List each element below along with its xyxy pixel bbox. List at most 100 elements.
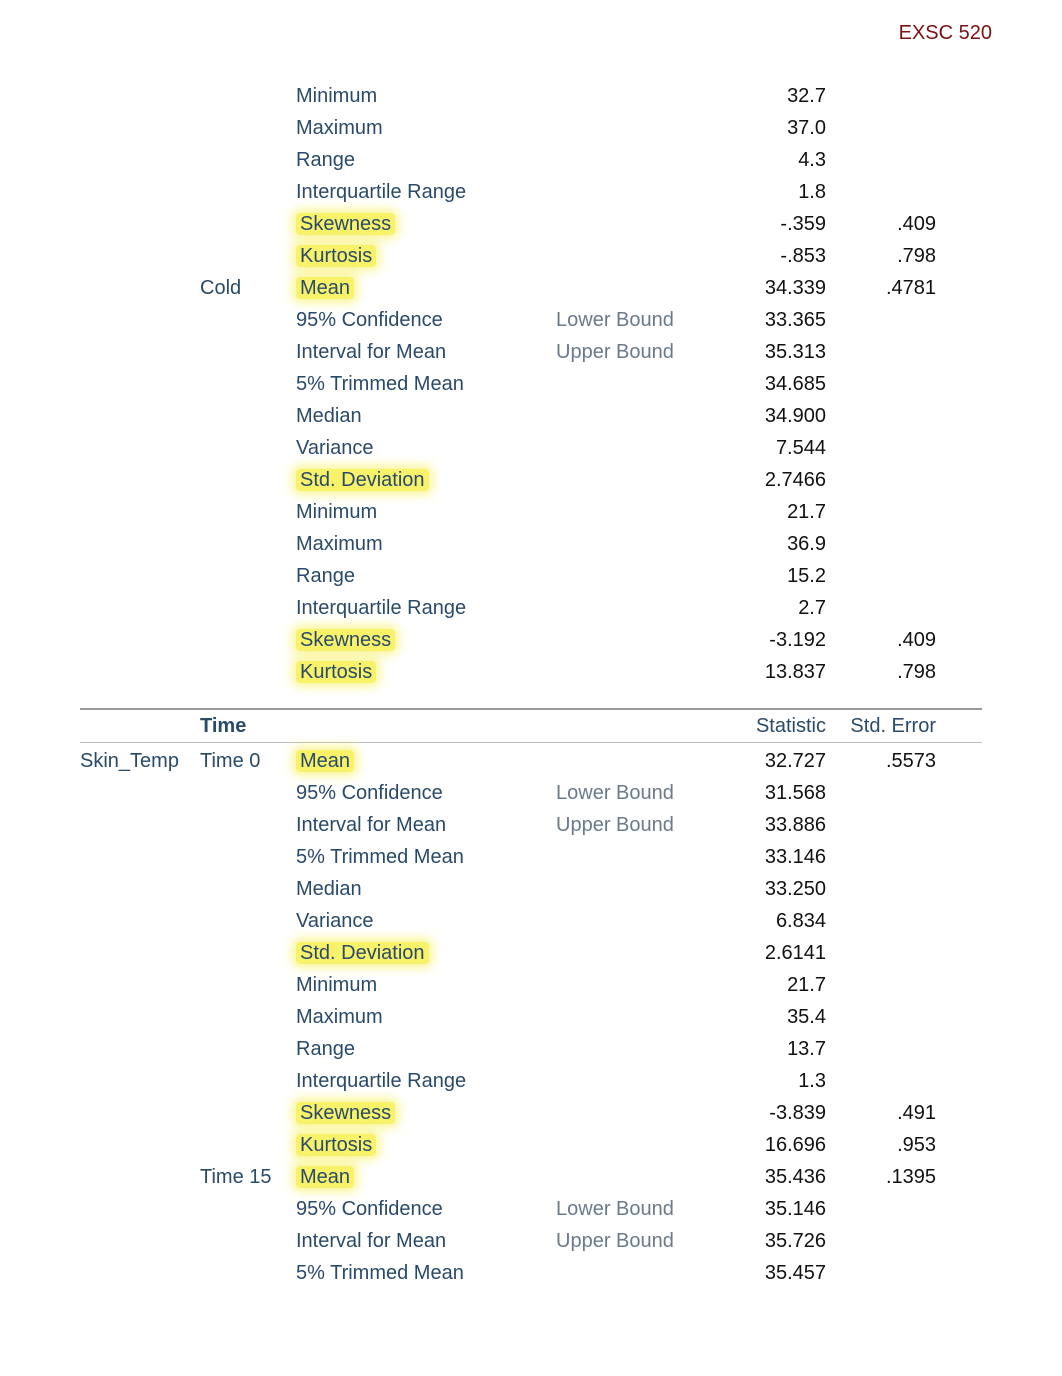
- time-cell: Time 15: [200, 1166, 296, 1189]
- bound-cell: Lower Bound: [556, 1198, 716, 1221]
- bound-cell: Lower Bound: [556, 782, 716, 805]
- stat-label-cell: Median: [296, 878, 556, 901]
- stat-label-cell: Variance: [296, 437, 556, 460]
- table-row: 95% ConfidenceLower Bound31.568: [80, 777, 982, 809]
- statistic-value-cell: 36.9: [716, 533, 826, 556]
- statistic-value-cell: 33.146: [716, 846, 826, 869]
- table-row: ColdMean34.339.4781: [80, 272, 982, 304]
- table-row: Std. Deviation 2.7466: [80, 464, 982, 496]
- stat-label-cell: Interval for Mean: [296, 814, 556, 837]
- stat-label-cell: Kurtosis: [296, 245, 556, 268]
- bound-cell: Upper Bound: [556, 814, 716, 837]
- stat-label-cell: Interval for Mean: [296, 1230, 556, 1253]
- table-row: Interval for MeanUpper Bound35.726: [80, 1225, 982, 1257]
- statistic-value-cell: 1.3: [716, 1070, 826, 1093]
- stat-label-cell: Range: [296, 1038, 556, 1061]
- statistic-value-cell: 16.696: [716, 1134, 826, 1157]
- statistic-value-cell: 34.339: [716, 277, 826, 300]
- statistic-value-cell: 2.7466: [716, 469, 826, 492]
- statistic-value-cell: -.853: [716, 245, 826, 268]
- table-row: Interquartile Range2.7: [80, 592, 982, 624]
- table-row: Variance 7.544: [80, 432, 982, 464]
- statistic-value-cell: 31.568: [716, 782, 826, 805]
- table-row: Skin_TempTime 0Mean32.727.5573: [80, 745, 982, 777]
- table-row: Interquartile Range1.8: [80, 176, 982, 208]
- highlighted-stat: Mean: [296, 277, 354, 299]
- statistic-value-cell: 34.685: [716, 373, 826, 396]
- page-header: EXSC 520: [899, 22, 992, 45]
- highlighted-stat: Mean: [296, 1166, 354, 1188]
- table-row: Kurtosis-.853.798: [80, 240, 982, 272]
- statistic-value-cell: 37.0: [716, 117, 826, 140]
- statistic-value-cell: 6.834: [716, 910, 826, 933]
- statistic-value-cell: 34.900: [716, 405, 826, 428]
- stat-label-cell: Mean: [296, 1166, 556, 1189]
- stat-label-cell: Interquartile Range: [296, 1070, 556, 1093]
- statistic-value-cell: 33.250: [716, 878, 826, 901]
- statistic-value-cell: 1.8: [716, 181, 826, 204]
- table-row: Maximum35.4: [80, 1001, 982, 1033]
- stat-label-cell: Mean: [296, 277, 556, 300]
- highlighted-stat: Kurtosis: [296, 661, 376, 683]
- bound-cell: Upper Bound: [556, 1230, 716, 1253]
- table-row: Skewness -3.192.409: [80, 624, 982, 656]
- table-row: 5% Trimmed Mean 34.685: [80, 368, 982, 400]
- table-row: 5% Trimmed Mean35.457: [80, 1257, 982, 1289]
- bound-cell: Lower Bound: [556, 309, 716, 332]
- table-row: Median 34.900: [80, 400, 982, 432]
- stderror-value-cell: .798: [826, 661, 936, 684]
- stat-label-cell: Kurtosis: [296, 661, 556, 684]
- table-row: Interval for MeanUpper Bound35.313: [80, 336, 982, 368]
- stat-label-cell: Range: [296, 149, 556, 172]
- statistic-value-cell: -3.192: [716, 629, 826, 652]
- highlighted-stat: Skewness: [296, 629, 395, 651]
- table-row: Minimum 21.7: [80, 969, 982, 1001]
- stat-label-cell: Skewness: [296, 1102, 556, 1125]
- table-row: Range 13.7: [80, 1033, 982, 1065]
- stat-label-cell: 5% Trimmed Mean: [296, 373, 556, 396]
- time-cell: Cold: [200, 277, 296, 300]
- table-row: Maximum 36.9: [80, 528, 982, 560]
- stat-label-cell: Maximum: [296, 533, 556, 556]
- statistic-value-cell: 21.7: [716, 501, 826, 524]
- stat-label-cell: Range: [296, 565, 556, 588]
- table-row: Variance 6.834: [80, 905, 982, 937]
- stat-label-cell: Std. Deviation: [296, 469, 556, 492]
- table-row: Time 15Mean35.436.1395: [80, 1161, 982, 1193]
- stat-label-cell: Skewness: [296, 213, 556, 236]
- table-row: Range4.3: [80, 144, 982, 176]
- statistic-value-cell: 7.544: [716, 437, 826, 460]
- stat-label-cell: Maximum: [296, 117, 556, 140]
- statistic-value-cell: 2.7: [716, 597, 826, 620]
- stat-label-cell: Skewness: [296, 629, 556, 652]
- statistic-value-cell: 13.837: [716, 661, 826, 684]
- page-container: EXSC 520 Minimum32.7Maximum37.0Range4.3I…: [0, 0, 1062, 1349]
- statistic-value-cell: 33.365: [716, 309, 826, 332]
- statistic-value-cell: 2.6141: [716, 942, 826, 965]
- table-row: 95% ConfidenceLower Bound35.146: [80, 1193, 982, 1225]
- statistic-value-cell: -3.839: [716, 1102, 826, 1125]
- table-row: Skewness-3.839.491: [80, 1097, 982, 1129]
- statistic-value-cell: 13.7: [716, 1038, 826, 1061]
- table-row: Kurtosis 13.837.798: [80, 656, 982, 688]
- table-row: Interval for MeanUpper Bound33.886: [80, 809, 982, 841]
- table-row: Range15.2: [80, 560, 982, 592]
- statistic-value-cell: 35.457: [716, 1262, 826, 1285]
- header-time-label: Time: [200, 715, 296, 738]
- stat-label-cell: Minimum: [296, 974, 556, 997]
- table-row: 5% Trimmed Mean33.146: [80, 841, 982, 873]
- table-row: Maximum 37.0: [80, 112, 982, 144]
- statistic-value-cell: 21.7: [716, 974, 826, 997]
- stats-table-section1: Minimum32.7Maximum37.0Range4.3Interquart…: [80, 80, 982, 688]
- stat-label-cell: Median: [296, 405, 556, 428]
- table-row: 95% ConfidenceLower Bound33.365: [80, 304, 982, 336]
- stderror-value-cell: .953: [826, 1134, 936, 1157]
- stderror-value-cell: .1395: [826, 1166, 936, 1189]
- statistic-value-cell: -.359: [716, 213, 826, 236]
- highlighted-stat: Std. Deviation: [296, 469, 429, 491]
- highlighted-stat: Skewness: [296, 213, 395, 235]
- highlighted-stat: Kurtosis: [296, 1134, 376, 1156]
- stat-label-cell: Interval for Mean: [296, 341, 556, 364]
- stat-label-cell: Variance: [296, 910, 556, 933]
- stderror-value-cell: .409: [826, 629, 936, 652]
